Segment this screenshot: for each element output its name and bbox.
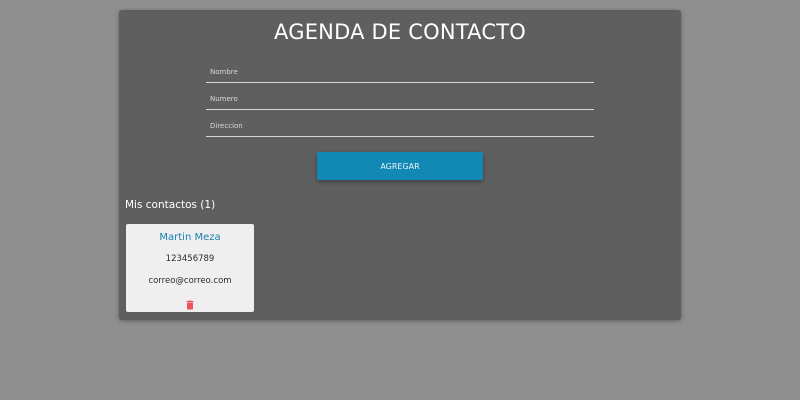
contact-phone: 123456789 — [165, 254, 215, 264]
page-title: AGENDA DE CONTACTO — [274, 20, 526, 44]
contact-name: Martin Meza — [159, 232, 221, 243]
direccion-input[interactable] — [210, 118, 590, 134]
add-contact-button[interactable]: AGREGAR — [317, 152, 483, 180]
contact-card: Martin Meza 123456789 correo@correo.com — [126, 224, 254, 312]
nombre-field[interactable] — [206, 64, 594, 83]
nombre-input[interactable] — [210, 64, 590, 80]
trash-icon[interactable] — [184, 299, 196, 311]
delete-contact-button[interactable] — [184, 296, 196, 311]
numero-input[interactable] — [210, 91, 590, 107]
direccion-field[interactable] — [206, 118, 594, 137]
numero-field[interactable] — [206, 91, 594, 110]
contact-email: correo@correo.com — [148, 276, 232, 286]
contact-agenda-panel: AGENDA DE CONTACTO AGREGAR Mis contactos… — [119, 10, 681, 320]
contacts-heading: Mis contactos (1) — [125, 199, 216, 211]
